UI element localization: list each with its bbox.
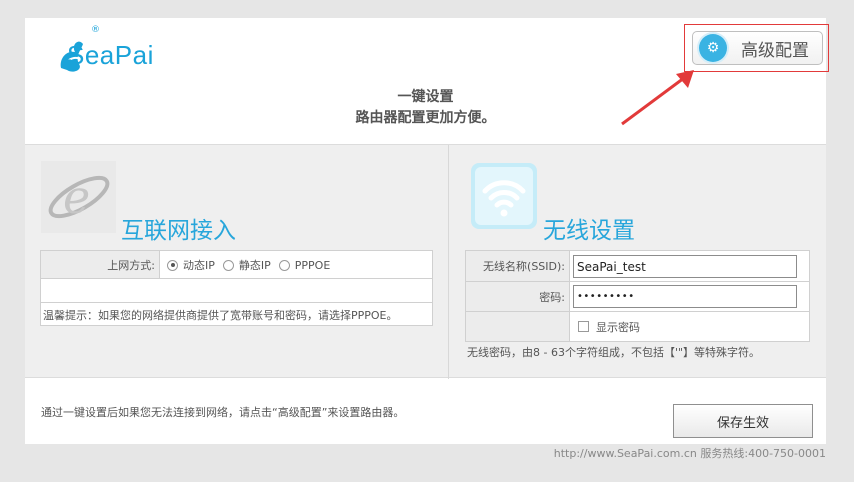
wifi-icon bbox=[471, 163, 537, 229]
ssid-input[interactable]: SeaPai_test bbox=[573, 255, 797, 278]
show-password-label: 显示密码 bbox=[596, 320, 640, 334]
page-subtitle: 路由器配置更加方便。 bbox=[355, 110, 496, 126]
password-row: 密码: ••••••••• bbox=[466, 282, 809, 312]
save-button[interactable]: 保存生效 bbox=[673, 404, 813, 438]
connection-mode-row: 上网方式: 动态IP 静态IP PPPOE bbox=[41, 251, 432, 279]
password-label: 密码: bbox=[466, 282, 570, 311]
internet-settings-table: 上网方式: 动态IP 静态IP PPPOE 温馨提示：如果您的网络提供商提供了宽… bbox=[40, 250, 433, 326]
section-divider bbox=[448, 145, 449, 379]
internet-section-title: 互联网接入 bbox=[121, 218, 236, 244]
ssid-row: 无线名称(SSID): SeaPai_test bbox=[466, 251, 809, 282]
show-password-option: 显示密码 bbox=[578, 312, 640, 341]
advanced-settings-label: 高级配置 bbox=[741, 40, 809, 61]
show-password-label-cell bbox=[466, 312, 570, 341]
radio-dynamic-ip[interactable] bbox=[167, 259, 178, 271]
internet-hint: 温馨提示：如果您的网络提供商提供了宽带账号和密码，请选择PPPOE。 bbox=[43, 309, 398, 322]
show-password-row: 显示密码 bbox=[466, 312, 809, 341]
connection-mode-options: 动态IP 静态IP PPPOE bbox=[167, 251, 338, 279]
gear-icon: ⚙ bbox=[699, 34, 727, 62]
radio-pppoe[interactable] bbox=[278, 259, 290, 271]
internet-explorer-icon: e bbox=[41, 161, 116, 233]
option-pppoe-label: PPPOE bbox=[294, 258, 331, 272]
contact-line: http://www.SeaPai.com.cn 服务热线:400-750-00… bbox=[553, 447, 826, 460]
ssid-label: 无线名称(SSID): bbox=[466, 251, 570, 281]
settings-body: e 互联网接入 上网方式: 动态IP 静态IP PPPOE 温馨提示：如果您的网… bbox=[25, 144, 826, 379]
logo-text: SeaPai bbox=[67, 40, 154, 70]
svg-text:e: e bbox=[63, 170, 90, 224]
radio-static-ip[interactable] bbox=[222, 259, 234, 271]
page-title: 一键设置 bbox=[397, 89, 454, 105]
empty-row bbox=[41, 279, 432, 303]
header: SeaPai ® ⚙ 高级配置 一键设置 路由器配置更加方便。 bbox=[25, 18, 829, 144]
password-input[interactable]: ••••••••• bbox=[573, 285, 797, 308]
advanced-settings-button[interactable]: ⚙ 高级配置 bbox=[692, 31, 823, 65]
main-panel: SeaPai ® ⚙ 高级配置 一键设置 路由器配置更加方便。 e 互联网接入 … bbox=[25, 18, 829, 444]
option-dynamic-ip-label: 动态IP bbox=[183, 259, 215, 272]
wireless-section-title: 无线设置 bbox=[543, 218, 635, 244]
wireless-hint: 无线密码，由8 - 63个字符组成，不包括【'"】等特殊字符。 bbox=[467, 346, 761, 359]
logo-registered-mark: ® bbox=[91, 25, 100, 35]
option-static-ip-label: 静态IP bbox=[238, 259, 271, 272]
connection-mode-label: 上网方式: bbox=[41, 251, 160, 278]
wireless-settings-table: 无线名称(SSID): SeaPai_test 密码: ••••••••• 显示… bbox=[465, 250, 810, 342]
footer-note: 通过一键设置后如果您无法连接到网络，请点击“高级配置”来设置路由器。 bbox=[41, 406, 405, 419]
show-password-checkbox[interactable] bbox=[578, 321, 589, 332]
